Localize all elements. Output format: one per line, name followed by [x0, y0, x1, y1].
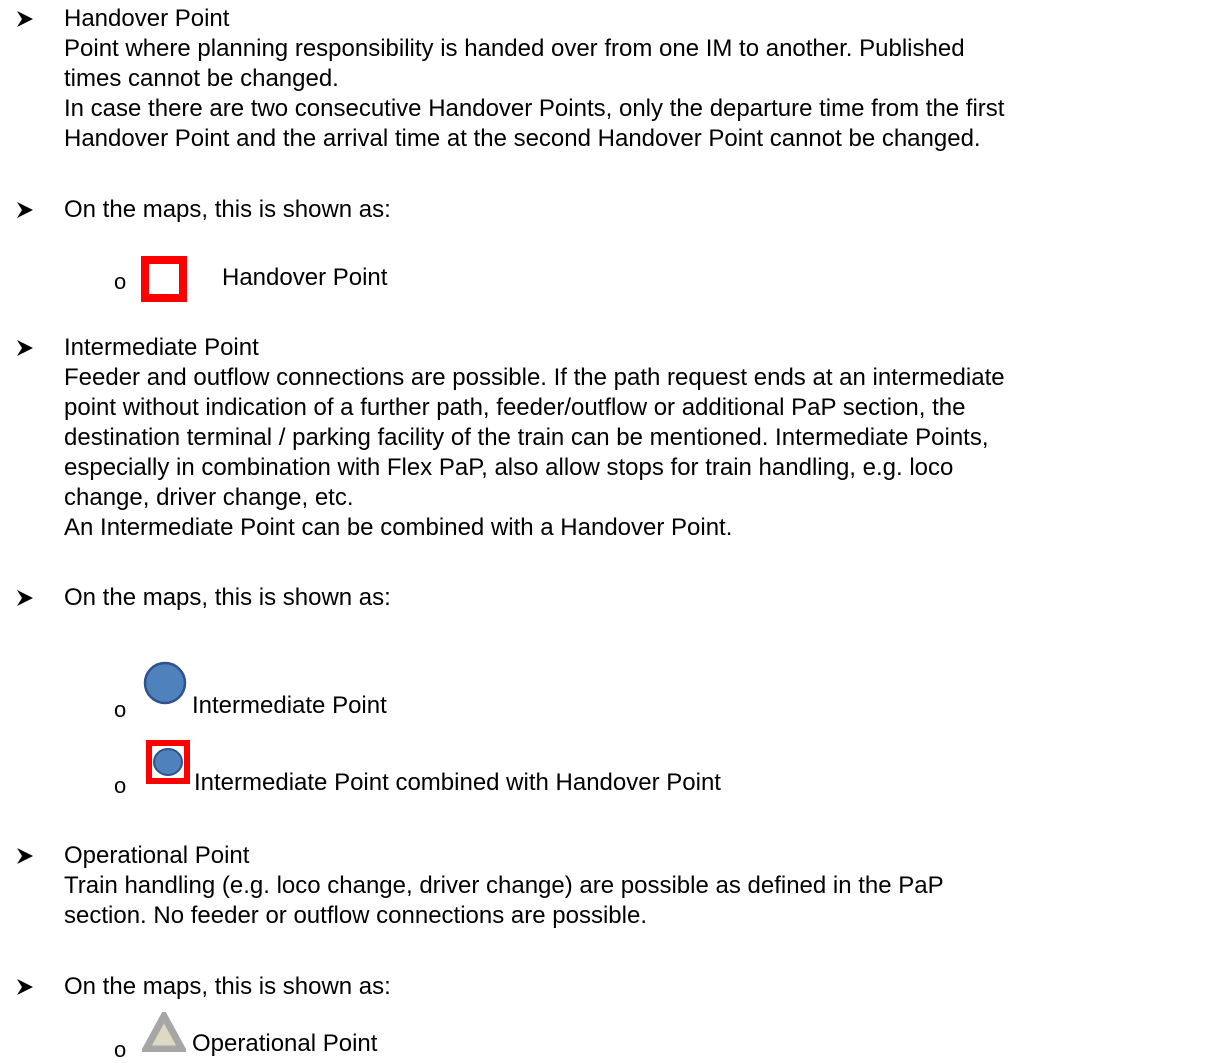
arrow-bullet-icon — [17, 202, 33, 218]
paragraph-line: destination terminal / parking facility … — [64, 424, 989, 451]
arrow-bullet-icon — [17, 11, 33, 27]
red-square-icon — [141, 256, 187, 302]
paragraph-line: especially in combination with Flex PaP,… — [64, 454, 954, 481]
legend-label-intermediate-point: Intermediate Point — [192, 692, 387, 719]
arrow-bullet-icon — [17, 340, 33, 356]
paragraph-line: Train handling (e.g. loco change, driver… — [64, 872, 944, 899]
paragraph-line: In case there are two consecutive Handov… — [64, 95, 1005, 122]
legend-label-handover-point: Handover Point — [222, 264, 388, 291]
list-bullet: o — [114, 1037, 127, 1062]
maps-intro-text: On the maps, this is shown as: — [64, 584, 391, 611]
list-bullet: o — [114, 269, 127, 294]
paragraph-line: section. No feeder or outflow connection… — [64, 902, 647, 929]
arrow-bullet-icon — [17, 979, 33, 995]
blue-circle-icon — [143, 661, 187, 705]
section-heading-handover-point: Handover Point — [64, 5, 230, 32]
section-heading-operational-point: Operational Point — [64, 842, 250, 869]
arrow-bullet-icon — [17, 590, 33, 606]
paragraph-line: change, driver change, etc. — [64, 484, 354, 511]
paragraph-line: An Intermediate Point can be combined wi… — [64, 514, 733, 541]
maps-intro-text: On the maps, this is shown as: — [64, 973, 391, 1000]
legend-label-intermediate-handover-point: Intermediate Point combined with Handove… — [194, 769, 721, 796]
maps-intro-text: On the maps, this is shown as: — [64, 196, 391, 223]
paragraph-line: times cannot be changed. — [64, 65, 339, 92]
list-bullet: o — [114, 773, 127, 798]
grey-triangle-icon — [142, 1012, 186, 1052]
paragraph-line: Feeder and outflow connections are possi… — [64, 364, 1005, 391]
paragraph-line: point without indication of a further pa… — [64, 394, 966, 421]
blue-circle-in-red-square-icon — [146, 740, 190, 784]
section-heading-intermediate-point: Intermediate Point — [64, 334, 259, 361]
paragraph-line: Handover Point and the arrival time at t… — [64, 125, 981, 152]
paragraph-line: Point where planning responsibility is h… — [64, 35, 965, 62]
arrow-bullet-icon — [17, 848, 33, 864]
legend-label-operational-point: Operational Point — [192, 1030, 378, 1057]
list-bullet: o — [114, 697, 127, 722]
